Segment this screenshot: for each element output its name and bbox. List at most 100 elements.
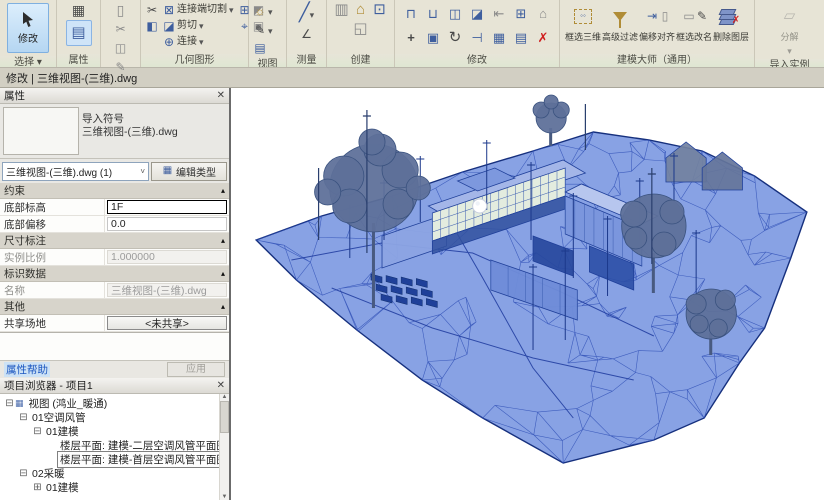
- tree-item-label: 01建模: [43, 479, 82, 496]
- type-selector[interactable]: 三维视图-(三维).dwg (1) ˅: [2, 162, 149, 181]
- scroll-down-icon[interactable]: ▼: [222, 494, 228, 500]
- geometry-menu-join[interactable]: ⊕连接▾: [163, 34, 234, 50]
- tree-item[interactable]: ⊟02采暖: [0, 466, 229, 480]
- array-icon[interactable]: ⊞: [513, 6, 529, 22]
- advanced-filter-button[interactable]: 高级过滤: [602, 2, 639, 43]
- cut-icon[interactable]: ✂: [113, 21, 129, 37]
- property-section-label: 尺寸标注: [4, 233, 46, 248]
- visibility-icon[interactable]: ☼▾: [252, 2, 273, 20]
- dropdown-icon: ▾: [229, 2, 234, 18]
- paint-icon[interactable]: ◧: [144, 18, 160, 34]
- property-value[interactable]: 1F: [107, 200, 227, 214]
- property-section[interactable]: 标识数据▴: [0, 266, 229, 282]
- rotate-icon[interactable]: ↻: [447, 30, 463, 46]
- legend-component-icon[interactable]: ▥: [334, 2, 350, 18]
- scale-icon[interactable]: ⌂: [535, 6, 551, 22]
- explode-icon: ▱: [782, 5, 798, 27]
- properties-help-link[interactable]: 属性帮助: [4, 362, 50, 377]
- ribbon-group-import-instance: ▱ 分解 ▾ 导入实例: [755, 0, 824, 67]
- pin-icon[interactable]: ◫: [447, 6, 463, 22]
- tree-expander-icon[interactable]: ⊞: [32, 482, 43, 493]
- geometry-menu-cut-joined[interactable]: ⊠连接端切割▾: [163, 2, 234, 18]
- create-group-icon[interactable]: ⌂: [353, 2, 369, 18]
- select-arrow-icon: ▾: [37, 57, 42, 67]
- ribbon-group-properties: ▦ ▤ 属性: [57, 0, 101, 67]
- tree-item[interactable]: ⊞01建模: [0, 480, 229, 494]
- offset-align-icon: ⇥▯: [644, 5, 670, 27]
- close-icon[interactable]: ✕: [217, 90, 225, 101]
- trim-icon[interactable]: ⊣: [469, 30, 485, 46]
- delete-icon[interactable]: ✗: [535, 30, 551, 46]
- copy-move-icon[interactable]: ▣: [425, 30, 441, 46]
- tree-expander-icon[interactable]: ⊟: [18, 412, 29, 423]
- view-group-label[interactable]: 视图: [249, 58, 286, 67]
- delete-layer-button[interactable]: ✗ 删除图层: [713, 2, 750, 43]
- wall-join-icon[interactable]: ⊓: [403, 6, 419, 22]
- join-geometry-icon: ⊕: [163, 34, 175, 50]
- collapse-caret-icon[interactable]: ▴: [221, 236, 225, 245]
- linework-icon[interactable]: ✎▾: [252, 21, 273, 39]
- tree-expander-icon[interactable]: ⊟: [18, 468, 29, 479]
- close-icon[interactable]: ✕: [217, 380, 225, 391]
- box-rename-button[interactable]: ▭✎ 框选改名: [676, 2, 713, 43]
- type-kind: 导入符号: [82, 113, 178, 126]
- drawing-area[interactable]: [231, 88, 824, 500]
- paste-icon[interactable]: ▯: [113, 2, 129, 18]
- advanced-filter-icon: [613, 5, 627, 27]
- import-instance-group-label[interactable]: 导入实例: [755, 59, 824, 67]
- unpin-icon[interactable]: ◪: [469, 6, 485, 22]
- select-group-label[interactable]: 选择 ▾: [0, 56, 56, 67]
- modify-button-label: 修改: [18, 30, 38, 45]
- property-row: 底部偏移0.0: [0, 216, 229, 233]
- angle-dimension-icon[interactable]: ∠: [299, 26, 315, 42]
- geometry-menu-cut[interactable]: ◪剪切▾: [163, 18, 234, 34]
- properties-header[interactable]: 属性 ✕: [0, 88, 229, 104]
- properties-group-label[interactable]: 属性: [57, 54, 100, 67]
- box-rename-icon: ▭✎: [681, 5, 707, 27]
- scroll-thumb[interactable]: [220, 401, 229, 433]
- edit-type-button[interactable]: ▦ 编辑类型: [151, 162, 227, 181]
- tree-scrollbar[interactable]: ▲ ▼: [219, 394, 229, 500]
- collapse-caret-icon[interactable]: ▴: [221, 302, 225, 311]
- property-value-button[interactable]: <未共享>: [107, 316, 227, 330]
- offset-icon[interactable]: ▤: [513, 30, 529, 46]
- modify-group-label[interactable]: 修改: [395, 54, 559, 67]
- tree-item-label: 楼层平面: 建模-首层空调风管平面图: [57, 451, 229, 468]
- tree-expander-icon[interactable]: ⊟: [4, 398, 15, 409]
- tree-expander-icon[interactable]: ⊟: [32, 426, 43, 437]
- collapse-caret-icon[interactable]: ▴: [221, 269, 225, 278]
- box-select-3d-button[interactable]: ◦◦ 框选三维: [565, 2, 602, 43]
- material-cubes-icon[interactable]: ▦: [71, 2, 87, 18]
- move-icon[interactable]: +: [403, 30, 419, 46]
- apply-button[interactable]: 应用: [167, 362, 225, 377]
- explode-button[interactable]: ▱ 分解 ▾: [771, 2, 808, 57]
- property-row: 共享场地<未共享>: [0, 315, 229, 332]
- beam-join-icon[interactable]: ⊔: [425, 6, 441, 22]
- tree-item[interactable]: ⊟01空调风管: [0, 410, 229, 424]
- cope-icon[interactable]: ✂: [144, 2, 160, 18]
- project-browser-header[interactable]: 项目浏览器 - 项目1 ✕: [0, 378, 229, 394]
- copy-icon[interactable]: ◫: [113, 40, 129, 56]
- property-value[interactable]: 0.0: [107, 217, 227, 231]
- property-section[interactable]: 其他▴: [0, 299, 229, 315]
- thin-lines-icon[interactable]: ▤: [252, 40, 268, 56]
- collapse-caret-icon[interactable]: ▴: [221, 186, 225, 195]
- create-similar-icon[interactable]: ⊡: [372, 2, 388, 18]
- property-label: 共享场地: [0, 315, 105, 331]
- geometry-group-label[interactable]: 几何图形: [141, 54, 248, 67]
- property-section[interactable]: 约束▴: [0, 183, 229, 199]
- offset-align-button[interactable]: ⇥▯ 偏移对齐: [639, 2, 676, 43]
- properties-palette-icon[interactable]: ▤: [66, 20, 92, 46]
- mirror-icon[interactable]: ▦: [491, 30, 507, 46]
- scroll-up-icon[interactable]: ▲: [222, 394, 228, 400]
- options-bar: 修改 | 三维视图-(三维).dwg: [0, 68, 824, 88]
- insert-component-icon[interactable]: ◱: [353, 21, 369, 37]
- create-group-label[interactable]: 创建: [327, 54, 394, 67]
- property-section[interactable]: 尺寸标注 ▴: [0, 233, 229, 249]
- measure-group-label[interactable]: 测量: [287, 54, 326, 67]
- master-group-label[interactable]: 建模大师（通用）: [560, 54, 754, 67]
- measure-icon[interactable]: ╱▾: [299, 2, 314, 23]
- align-icon[interactable]: ⇤: [491, 6, 507, 22]
- modify-button[interactable]: 修改: [7, 3, 49, 53]
- project-browser-title: 项目浏览器 - 项目1: [4, 378, 93, 393]
